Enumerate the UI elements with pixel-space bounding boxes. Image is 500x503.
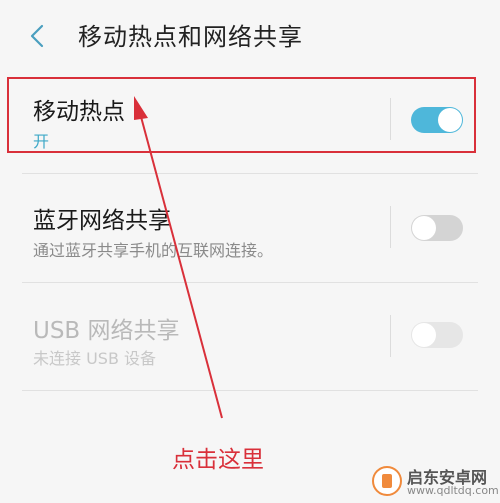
row-title: 蓝牙网络共享 [33,208,171,234]
row-bluetooth-tethering[interactable]: 蓝牙网络共享 通过蓝牙共享手机的互联网连接。 [0,174,500,282]
watermark-logo-icon [372,466,402,496]
divider [390,315,391,357]
highlight-box [7,77,476,153]
toggle-knob [412,323,436,347]
divider [22,390,478,391]
row-usb-tethering: USB 网络共享 未连接 USB 设备 [0,283,500,391]
bluetooth-toggle[interactable] [411,215,463,241]
annotation-label: 点击这里 [172,447,264,473]
back-button[interactable] [22,20,54,52]
row-title: USB 网络共享 [33,318,180,344]
usb-toggle [411,322,463,348]
divider [390,206,391,248]
row-description: 通过蓝牙共享手机的互联网连接。 [33,241,274,260]
page-title: 移动热点和网络共享 [78,23,303,51]
toggle-knob [412,216,436,240]
chevron-left-icon [30,24,44,48]
watermark: 启东安卓网 www.qdltdq.com [372,462,499,500]
watermark-url: www.qdltdq.com [407,484,499,497]
app-bar: 移动热点和网络共享 [0,0,500,70]
row-description: 未连接 USB 设备 [33,349,157,368]
